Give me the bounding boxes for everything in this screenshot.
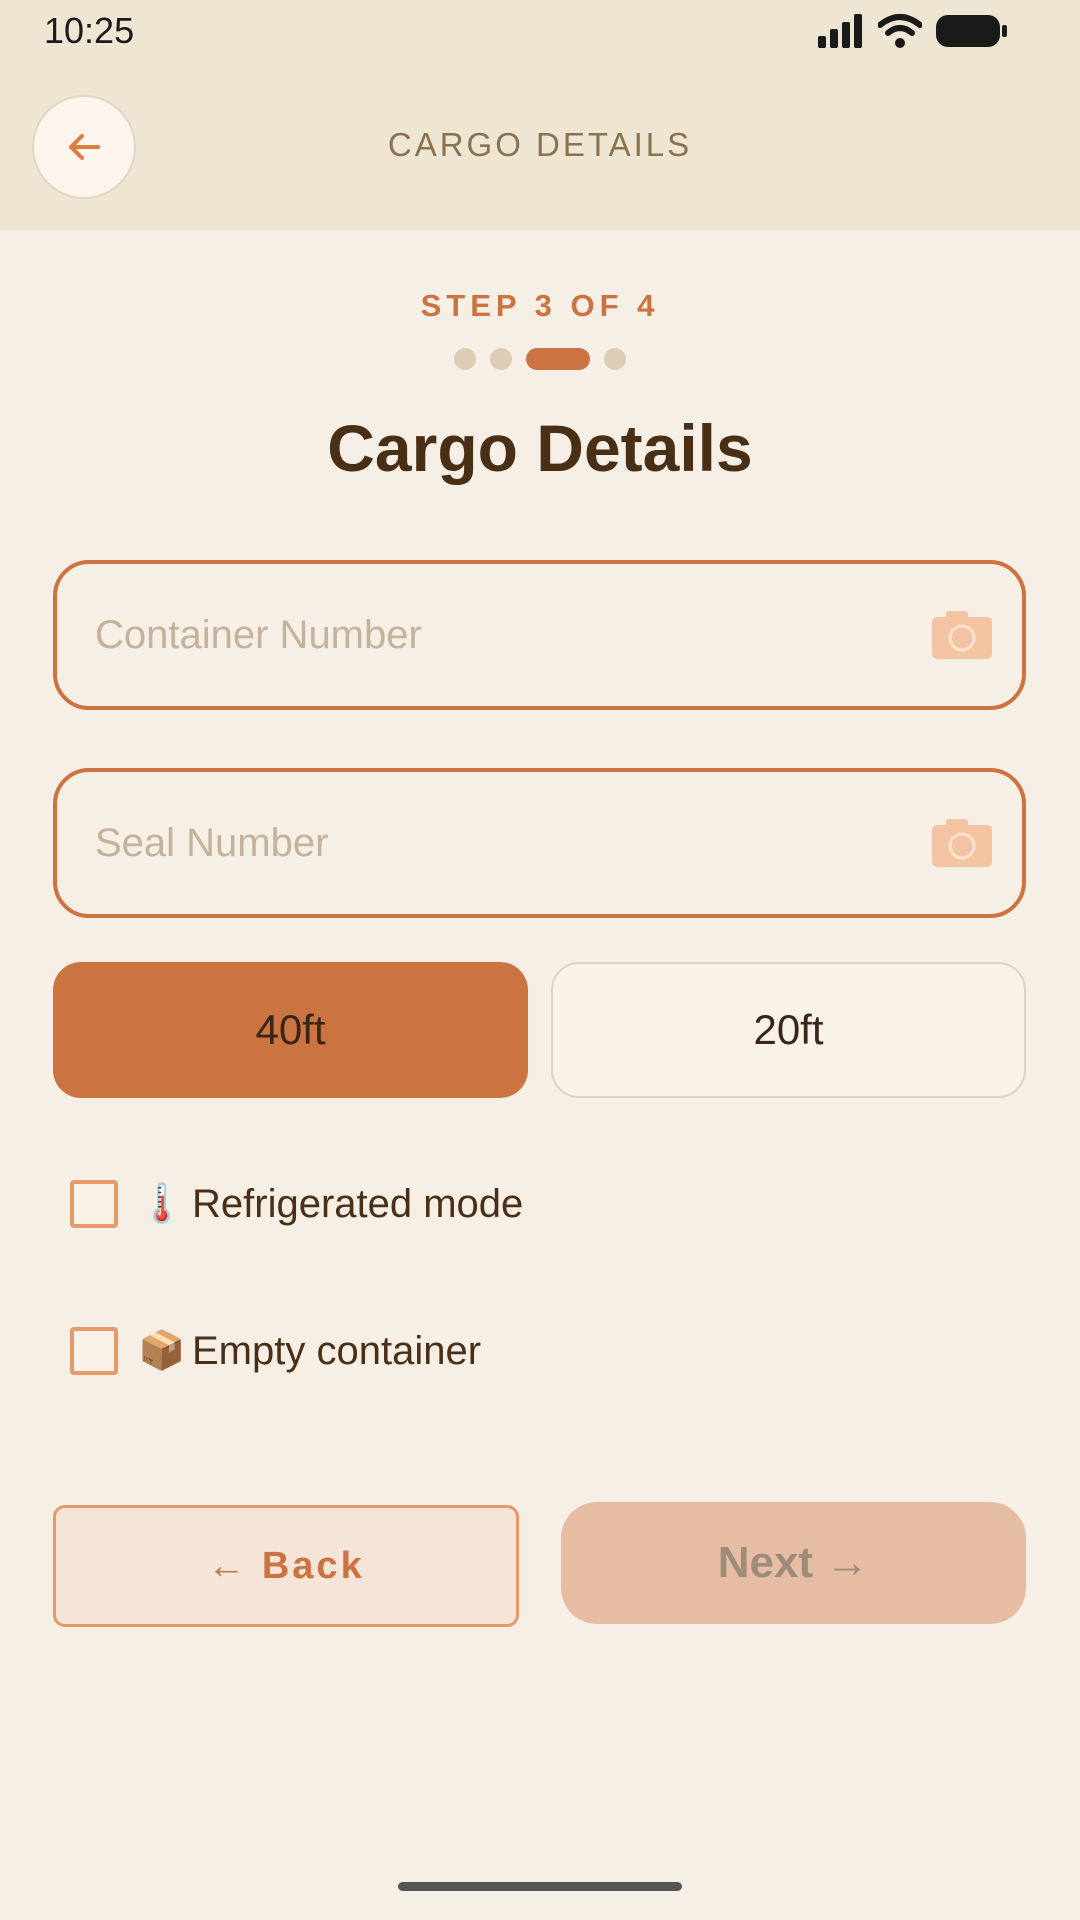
refrigerated-label: Refrigerated mode xyxy=(192,1181,524,1226)
home-indicator[interactable] xyxy=(398,1882,682,1891)
seal-number-input[interactable] xyxy=(95,772,915,914)
app-bar: CARGO DETAILS xyxy=(0,60,1080,230)
status-time: 10:25 xyxy=(44,10,135,51)
package-icon: 📦 xyxy=(138,1330,186,1372)
size-option-20ft[interactable]: 20ft xyxy=(551,962,1026,1098)
camera-icon[interactable] xyxy=(930,817,994,869)
signal-icon xyxy=(818,14,862,48)
step-indicator xyxy=(0,348,1080,370)
app-bar-title: CARGO DETAILS xyxy=(387,126,693,163)
camera-icon[interactable] xyxy=(930,609,994,661)
refrigerated-checkbox[interactable] xyxy=(70,1180,118,1228)
page-title: Cargo Details xyxy=(327,411,753,485)
status-bar: 10:25 xyxy=(0,0,1080,60)
step-dot-3-active xyxy=(526,348,590,370)
status-icons xyxy=(816,12,1008,50)
step-dot-1 xyxy=(454,348,476,370)
container-number-field xyxy=(53,560,1026,710)
wifi-icon xyxy=(878,14,922,48)
step-label: STEP 3 OF 4 xyxy=(420,288,660,323)
back-button[interactable]: ← Back xyxy=(53,1505,519,1627)
step-dot-4 xyxy=(604,348,626,370)
battery-icon xyxy=(936,15,1007,47)
seal-number-field xyxy=(53,768,1026,918)
next-button[interactable]: Next → xyxy=(561,1502,1026,1624)
empty-container-checkbox[interactable] xyxy=(70,1327,118,1375)
empty-container-label: Empty container xyxy=(192,1328,482,1373)
step-dot-2 xyxy=(490,348,512,370)
refrigerated-option[interactable]: 🌡️ Refrigerated mode xyxy=(70,1174,523,1234)
empty-container-option[interactable]: 📦 Empty container xyxy=(70,1321,481,1381)
thermometer-icon: 🌡️ xyxy=(138,1183,186,1225)
size-option-40ft[interactable]: 40ft xyxy=(53,962,528,1098)
container-number-input[interactable] xyxy=(95,564,915,706)
